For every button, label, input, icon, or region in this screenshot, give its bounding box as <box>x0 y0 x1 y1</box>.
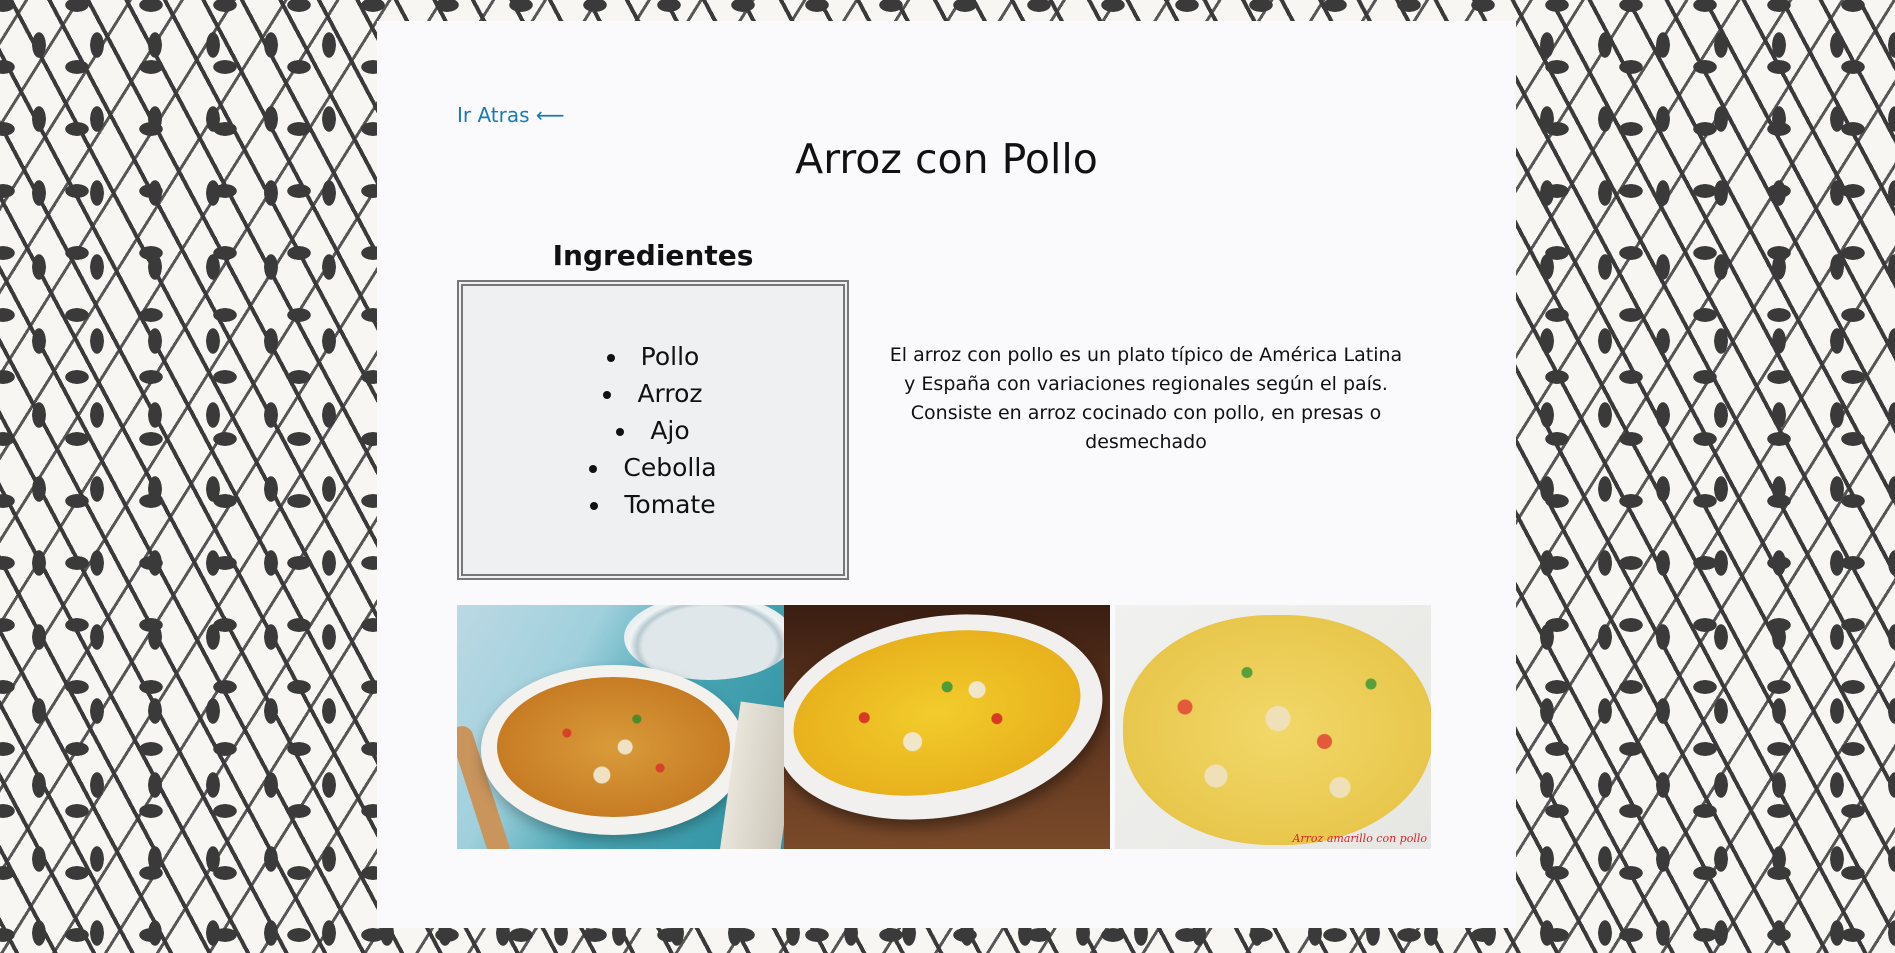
ingredient-item: Tomate <box>589 486 716 523</box>
content-panel: Ir Atras ⟵ Arroz con Pollo Ingredientes … <box>377 21 1516 928</box>
recipe-description: El arroz con pollo es un plato típico de… <box>889 344 1403 453</box>
ingredient-item: Ajo <box>589 412 716 449</box>
photo-caption: Arroz amarillo con pollo <box>1292 832 1427 845</box>
ingredients-list: Pollo Arroz Ajo Cebolla Tomate <box>589 338 716 523</box>
photo-arroz-amarillo-plate: Arroz amarillo con pollo <box>1115 605 1431 849</box>
ingredients-box: Pollo Arroz Ajo Cebolla Tomate <box>457 280 849 580</box>
back-link[interactable]: Ir Atras ⟵ <box>457 103 565 127</box>
ingredient-item: Cebolla <box>589 449 716 486</box>
ingredient-item: Pollo <box>589 338 716 375</box>
ingredients-heading: Ingredientes <box>552 239 754 272</box>
ingredient-item: Arroz <box>589 375 716 412</box>
photo-arroz-con-pollo-platter <box>457 605 784 849</box>
photo-arroz-con-pollo-bowl <box>784 605 1110 849</box>
recipe-title: Arroz con Pollo <box>795 135 1098 183</box>
